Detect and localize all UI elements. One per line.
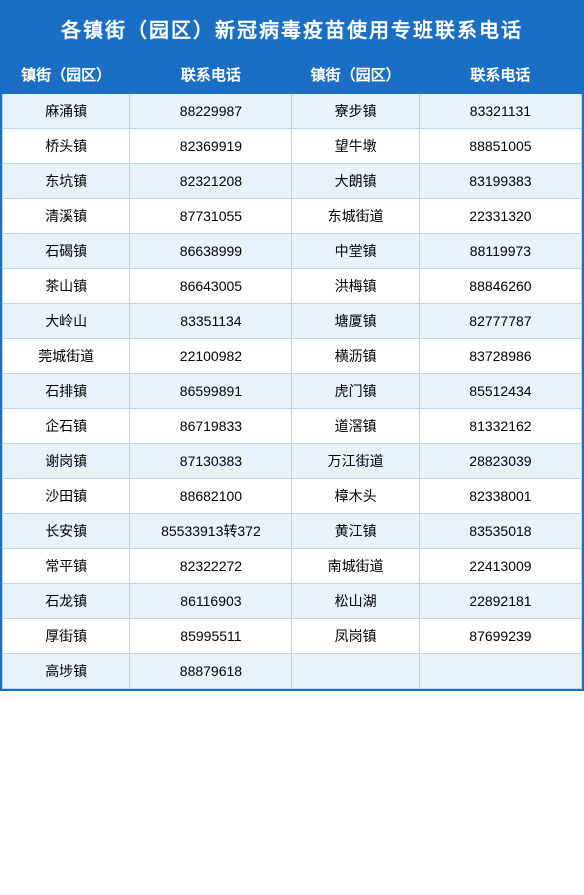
right-district: 樟木头 [292,479,419,514]
left-district: 大岭山 [3,304,130,339]
left-phone: 88229987 [130,94,292,129]
col-header-4: 联系电话 [419,56,581,94]
right-phone: 22892181 [419,584,581,619]
table-row: 清溪镇87731055东城街道22331320 [3,199,582,234]
table-row: 大岭山83351134塘厦镇82777787 [3,304,582,339]
left-district: 石碣镇 [3,234,130,269]
left-district: 麻涌镇 [3,94,130,129]
left-phone: 82321208 [130,164,292,199]
left-phone: 22100982 [130,339,292,374]
table-row: 石排镇86599891虎门镇85512434 [3,374,582,409]
right-district: 凤岗镇 [292,619,419,654]
right-district: 松山湖 [292,584,419,619]
page-title: 各镇街（园区）新冠病毒疫苗使用专班联系电话 [2,2,582,55]
right-phone: 88846260 [419,269,581,304]
table-row: 桥头镇82369919望牛墩88851005 [3,129,582,164]
table-row: 谢岗镇87130383万江街道28823039 [3,444,582,479]
table-row: 石碣镇86638999中堂镇88119973 [3,234,582,269]
right-phone: 87699239 [419,619,581,654]
right-phone: 88851005 [419,129,581,164]
right-phone: 83535018 [419,514,581,549]
left-district: 谢岗镇 [3,444,130,479]
table-row: 高埗镇88879618 [3,654,582,689]
left-phone: 87130383 [130,444,292,479]
left-phone: 85533913转372 [130,514,292,549]
left-district: 茶山镇 [3,269,130,304]
right-phone: 82777787 [419,304,581,339]
left-district: 东坑镇 [3,164,130,199]
right-phone [419,654,581,689]
right-district: 洪梅镇 [292,269,419,304]
table-row: 常平镇82322272南城街道22413009 [3,549,582,584]
col-header-1: 镇街（园区） [3,56,130,94]
right-district: 万江街道 [292,444,419,479]
left-district: 莞城街道 [3,339,130,374]
main-container: 各镇街（园区）新冠病毒疫苗使用专班联系电话 镇街（园区） 联系电话 镇街（园区）… [0,0,584,691]
left-phone: 86719833 [130,409,292,444]
right-district: 望牛墩 [292,129,419,164]
left-district: 厚街镇 [3,619,130,654]
left-district: 清溪镇 [3,199,130,234]
col-header-2: 联系电话 [130,56,292,94]
right-district: 中堂镇 [292,234,419,269]
left-district: 企石镇 [3,409,130,444]
right-district: 道滘镇 [292,409,419,444]
left-phone: 85995511 [130,619,292,654]
table-header-row: 镇街（园区） 联系电话 镇街（园区） 联系电话 [3,56,582,94]
left-phone: 82322272 [130,549,292,584]
col-header-3: 镇街（园区） [292,56,419,94]
table-row: 东坑镇82321208大朗镇83199383 [3,164,582,199]
left-phone: 83351134 [130,304,292,339]
right-phone: 28823039 [419,444,581,479]
left-phone: 87731055 [130,199,292,234]
right-phone: 88119973 [419,234,581,269]
left-phone: 88879618 [130,654,292,689]
table-row: 沙田镇88682100樟木头82338001 [3,479,582,514]
left-district: 石排镇 [3,374,130,409]
right-district: 南城街道 [292,549,419,584]
left-district: 桥头镇 [3,129,130,164]
left-district: 沙田镇 [3,479,130,514]
left-district: 长安镇 [3,514,130,549]
left-phone: 86643005 [130,269,292,304]
right-phone: 83199383 [419,164,581,199]
right-district: 黄江镇 [292,514,419,549]
right-district: 东城街道 [292,199,419,234]
table-row: 企石镇86719833道滘镇81332162 [3,409,582,444]
left-district: 常平镇 [3,549,130,584]
table-row: 莞城街道22100982横沥镇83728986 [3,339,582,374]
left-district: 高埗镇 [3,654,130,689]
left-phone: 82369919 [130,129,292,164]
right-district: 大朗镇 [292,164,419,199]
right-phone: 22413009 [419,549,581,584]
right-phone: 85512434 [419,374,581,409]
right-district [292,654,419,689]
contact-table: 镇街（园区） 联系电话 镇街（园区） 联系电话 麻涌镇88229987寮步镇83… [2,55,582,689]
right-phone: 83321131 [419,94,581,129]
table-row: 茶山镇86643005洪梅镇88846260 [3,269,582,304]
table-row: 长安镇85533913转372黄江镇83535018 [3,514,582,549]
right-phone: 22331320 [419,199,581,234]
table-row: 厚街镇85995511凤岗镇87699239 [3,619,582,654]
left-phone: 86116903 [130,584,292,619]
left-district: 石龙镇 [3,584,130,619]
right-district: 寮步镇 [292,94,419,129]
right-district: 虎门镇 [292,374,419,409]
right-phone: 81332162 [419,409,581,444]
right-district: 塘厦镇 [292,304,419,339]
right-district: 横沥镇 [292,339,419,374]
table-row: 麻涌镇88229987寮步镇83321131 [3,94,582,129]
left-phone: 88682100 [130,479,292,514]
table-row: 石龙镇86116903松山湖22892181 [3,584,582,619]
left-phone: 86599891 [130,374,292,409]
right-phone: 83728986 [419,339,581,374]
left-phone: 86638999 [130,234,292,269]
right-phone: 82338001 [419,479,581,514]
